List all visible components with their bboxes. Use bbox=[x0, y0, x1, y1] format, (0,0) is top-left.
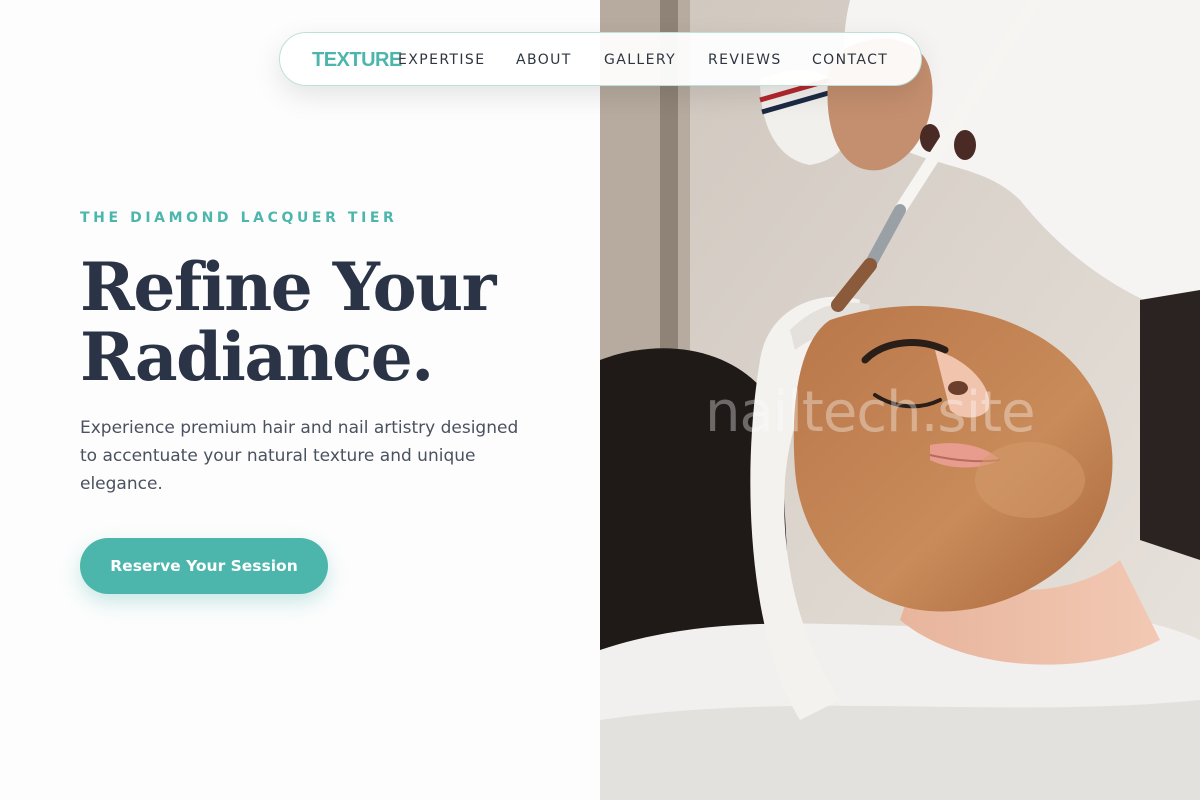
hero-left-panel: THE DIAMOND LACQUER TIER Refine Your Rad… bbox=[0, 0, 600, 800]
brand-logo[interactable]: TEXTURE bbox=[312, 49, 402, 72]
watermark: nailtech.site bbox=[705, 380, 1036, 445]
hero-image: nailtech.site bbox=[600, 0, 1200, 800]
hero-kicker: THE DIAMOND LACQUER TIER bbox=[80, 210, 398, 226]
nav-link-gallery[interactable]: GALLERY bbox=[604, 52, 676, 68]
nav-link-contact[interactable]: CONTACT bbox=[812, 52, 888, 68]
headline-line-2: Radiance. bbox=[80, 318, 434, 396]
reserve-session-button[interactable]: Reserve Your Session bbox=[80, 538, 328, 594]
nav-link-expertise[interactable]: EXPERTISE bbox=[398, 52, 485, 68]
headline-line-1: Refine Your bbox=[80, 248, 496, 326]
nav-link-reviews[interactable]: REVIEWS bbox=[708, 52, 782, 68]
main-navigation: TEXTURE EXPERTISE ABOUT GALLERY REVIEWS … bbox=[279, 32, 922, 86]
hero-description: Experience premium hair and nail artistr… bbox=[80, 418, 519, 494]
nav-link-about[interactable]: ABOUT bbox=[516, 52, 572, 68]
hero-headline: Refine Your Radiance. bbox=[80, 252, 580, 392]
